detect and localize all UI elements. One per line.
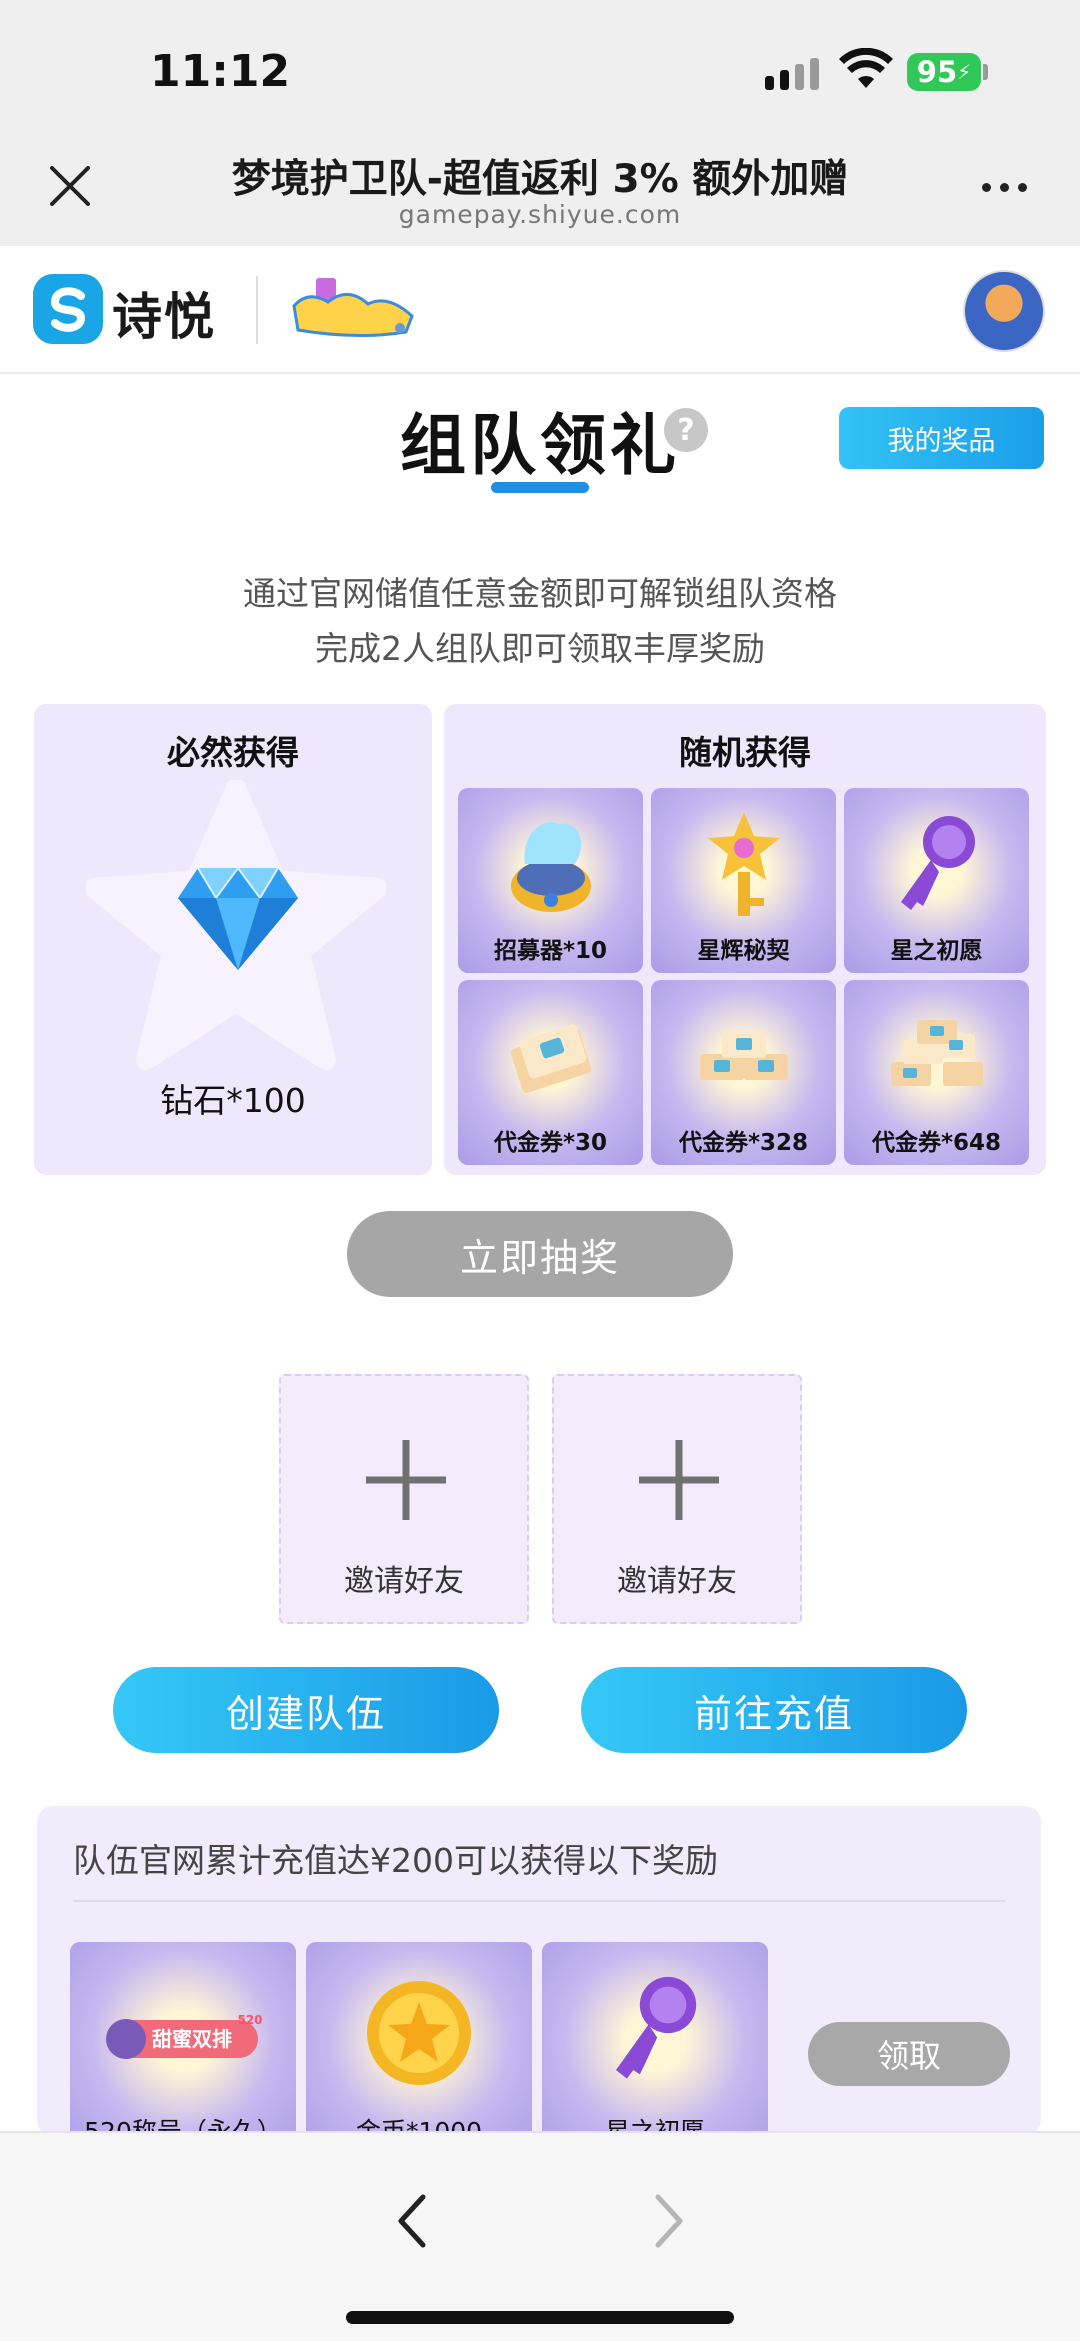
purple-key-icon	[900, 816, 975, 910]
team-reward-tile: 星之初愿	[542, 1942, 768, 2136]
user-avatar[interactable]	[963, 270, 1045, 352]
team-reward-tile: 金币*1000	[306, 1942, 532, 2136]
random-item-label: 招募器*10	[493, 938, 608, 964]
random-item-label: 代金券*328	[678, 1130, 809, 1156]
title-underline	[491, 482, 589, 493]
purple-key-icon	[616, 1976, 697, 2079]
team-reward-panel: 队伍官网累计充值达¥200可以获得以下奖励 甜蜜双排 520 520称号（永久）…	[37, 1806, 1041, 2136]
random-item-label: 代金券*648	[871, 1130, 1002, 1156]
diamond-icon	[178, 866, 298, 970]
shiyue-logo-icon	[33, 274, 103, 344]
invite-friend-label: 邀请好友	[344, 1564, 464, 1599]
plus-icon	[366, 1440, 446, 1520]
random-reward-panel: 随机获得 招募器*10 星辉秘契 星之初愿 代金券*30 代金券*328 代金券…	[444, 704, 1046, 1175]
star-key-icon	[707, 812, 780, 916]
status-time: 11:12	[150, 46, 291, 97]
draw-now-button[interactable]: 立即抽奖	[347, 1211, 733, 1297]
random-item-tile: 星辉秘契	[651, 788, 836, 973]
my-prizes-button[interactable]: 我的奖品	[839, 407, 1044, 469]
random-item-tile: 代金券*328	[651, 980, 836, 1165]
cellular-signal-icon	[765, 58, 819, 90]
random-item-label: 星辉秘契	[697, 938, 790, 964]
team-reward-tile: 甜蜜双排 520 520称号（永久）	[70, 1942, 296, 2136]
page-title: 梦境护卫队-超值返利 3% 额外加赠	[231, 157, 849, 202]
create-team-button[interactable]: 创建队伍	[113, 1667, 499, 1753]
browser-title-bar: 梦境护卫队-超值返利 3% 额外加赠 gamepay.shiyue.com	[0, 140, 1080, 246]
voucher-stack-icon	[699, 1032, 788, 1080]
random-item-label: 代金券*30	[493, 1130, 608, 1156]
battery-level: 95	[916, 55, 958, 89]
invite-friend-label: 邀请好友	[617, 1564, 737, 1599]
title-badge-text: 甜蜜双排	[152, 2027, 232, 2051]
header-divider	[256, 276, 258, 344]
wifi-icon	[839, 48, 893, 88]
title-badge-number: 520	[237, 2013, 262, 2027]
status-bar: 11:12 95 ⚡	[0, 0, 1080, 140]
battery-tip	[983, 64, 988, 80]
random-item-tile: 星之初愿	[844, 788, 1029, 973]
random-title: 随机获得	[679, 733, 811, 772]
browser-bottom-bar	[0, 2131, 1080, 2341]
game-logo	[292, 278, 414, 338]
description-line-1: 通过官网储值任意金额即可解锁组队资格	[243, 574, 837, 613]
team-reward-divider	[73, 1900, 1005, 1902]
guaranteed-title: 必然获得	[167, 733, 299, 772]
random-item-tile: 招募器*10	[458, 788, 643, 973]
claim-button[interactable]: 领取	[808, 2022, 1010, 2086]
description-line-2: 完成2人组队即可领取丰厚奖励	[315, 629, 765, 668]
forward-arrow-icon[interactable]	[648, 2191, 688, 2251]
invite-friend-slot[interactable]: 邀请好友	[279, 1374, 529, 1624]
voucher-icon	[510, 1024, 591, 1093]
title-badge-icon: 甜蜜双排 520	[106, 2013, 263, 2059]
site-header: 诗悦	[0, 246, 1080, 374]
page-url: gamepay.shiyue.com	[398, 200, 682, 229]
more-options-icon[interactable]	[982, 183, 1027, 192]
random-item-tile: 代金券*648	[844, 980, 1029, 1165]
team-reward-caption: 队伍官网累计充值达¥200可以获得以下奖励	[73, 1841, 718, 1880]
random-item-tile: 代金券*30	[458, 980, 643, 1165]
battery-indicator: 95 ⚡	[907, 53, 981, 91]
home-indicator	[346, 2311, 734, 2324]
invite-friend-slot[interactable]: 邀请好友	[552, 1374, 802, 1624]
random-item-label: 星之初愿	[890, 938, 983, 964]
brand-name: 诗悦	[112, 288, 216, 346]
guaranteed-reward-panel: 必然获得 钻石*100	[34, 704, 432, 1175]
guaranteed-label: 钻石*100	[160, 1081, 306, 1120]
help-icon[interactable]: ?	[664, 408, 708, 452]
recruiter-icon	[510, 822, 591, 912]
go-recharge-button[interactable]: 前往充值	[581, 1667, 967, 1753]
gold-coin-icon	[367, 1981, 471, 2085]
voucher-pile-icon	[890, 1020, 983, 1086]
plus-icon	[639, 1440, 719, 1520]
back-arrow-icon[interactable]	[393, 2191, 433, 2251]
